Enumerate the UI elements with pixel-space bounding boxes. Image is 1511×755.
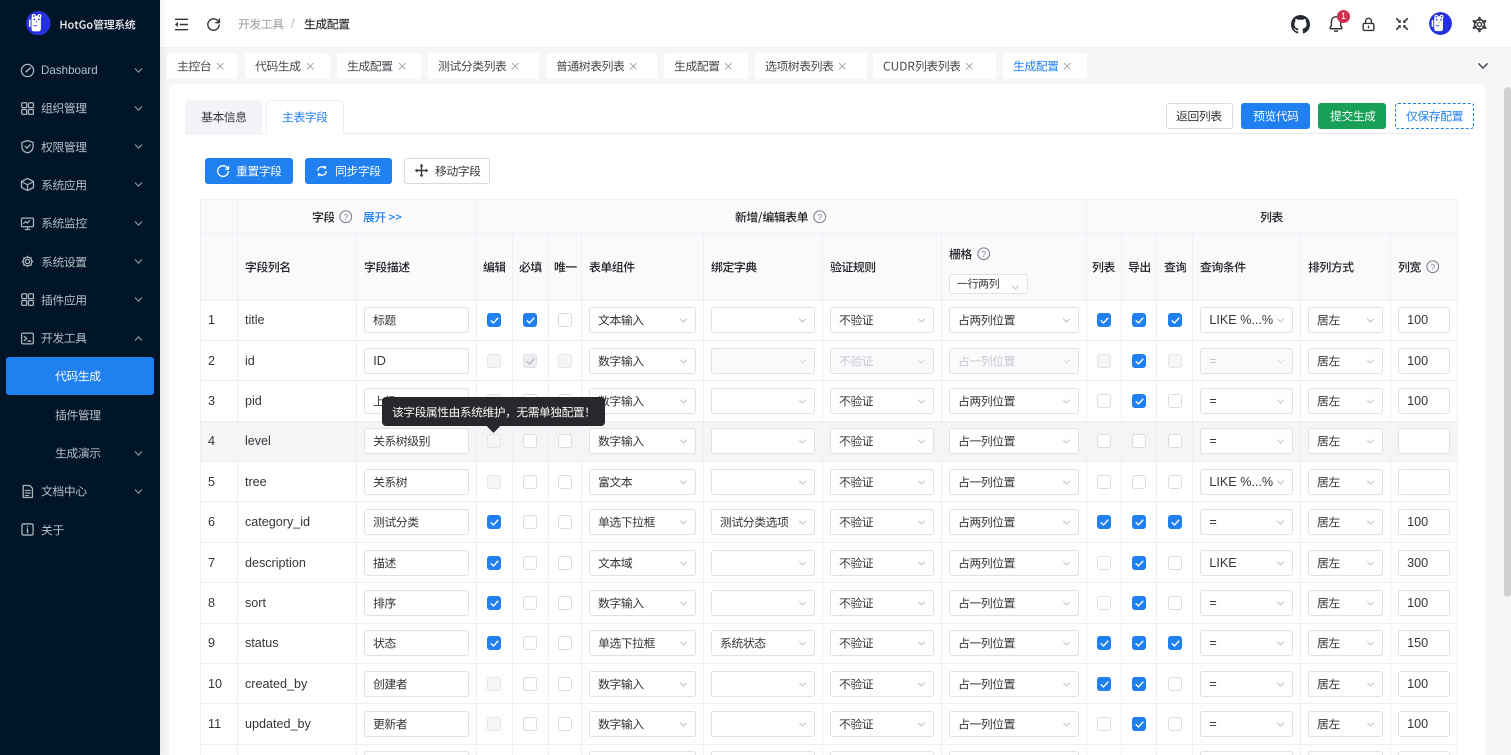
svg-text:?: ? xyxy=(1430,262,1435,272)
svg-text:?: ? xyxy=(344,212,349,222)
svg-text:?: ? xyxy=(818,212,823,222)
svg-text:?: ? xyxy=(981,249,986,259)
